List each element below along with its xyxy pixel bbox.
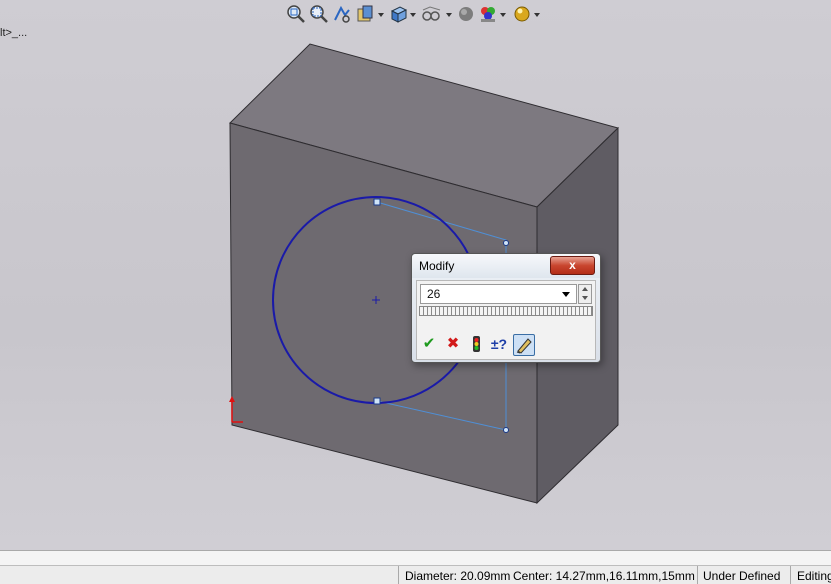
sketch-point-upper-right[interactable] <box>503 240 509 246</box>
status-bar-fields: Diameter: 20.09mm Center: 14.27mm,16.11m… <box>0 566 831 584</box>
status-bar: Diameter: 20.09mm Center: 14.27mm,16.11m… <box>0 550 831 584</box>
mark-for-drawing-icon[interactable] <box>513 334 535 356</box>
dialog-body: 26 ✔ ✖ ±? <box>416 280 596 360</box>
close-button[interactable]: x <box>550 256 595 275</box>
spin-up-button[interactable] <box>579 285 591 294</box>
status-separator <box>697 566 698 584</box>
status-sketch-state: Under Defined <box>703 569 781 583</box>
dialog-title: Modify <box>419 259 455 273</box>
close-icon: x <box>569 258 576 272</box>
graphics-area[interactable]: lt>_... Modify x 26 ✔ ✖ ±? <box>0 0 831 550</box>
status-center: Center: 14.27mm,16.11mm,15mm <box>513 569 695 583</box>
dimension-value-text: 26 <box>427 287 441 301</box>
modify-dimension-dialog: Modify x 26 ✔ ✖ ±? <box>411 253 601 363</box>
dialog-action-buttons: ✔ ✖ ±? <box>419 333 539 356</box>
status-bar-upper-strip <box>0 551 831 566</box>
sketch-point-bottom[interactable] <box>373 397 381 405</box>
rebuild-traffic-light-icon[interactable] <box>466 334 486 354</box>
chevron-down-icon[interactable] <box>562 292 570 297</box>
spin-down-button[interactable] <box>579 294 591 303</box>
sketch-point-lower-right[interactable] <box>503 427 509 433</box>
ok-check-icon[interactable]: ✔ <box>419 334 439 354</box>
dialog-titlebar[interactable]: Modify x <box>412 254 600 278</box>
chevron-up-icon <box>582 287 588 291</box>
status-separator <box>790 566 791 584</box>
reverse-dimension-icon[interactable]: ±? <box>489 334 509 354</box>
status-edit-mode: Editing <box>797 569 831 583</box>
value-thumbwheel[interactable] <box>419 306 593 316</box>
dimension-value-input[interactable]: 26 <box>420 284 577 304</box>
status-separator <box>398 566 399 584</box>
value-spinner[interactable] <box>578 284 592 304</box>
chevron-down-icon <box>582 296 588 300</box>
status-diameter: Diameter: 20.09mm <box>405 569 511 583</box>
cancel-x-icon[interactable]: ✖ <box>443 334 463 354</box>
sketch-point-top[interactable] <box>373 198 381 206</box>
